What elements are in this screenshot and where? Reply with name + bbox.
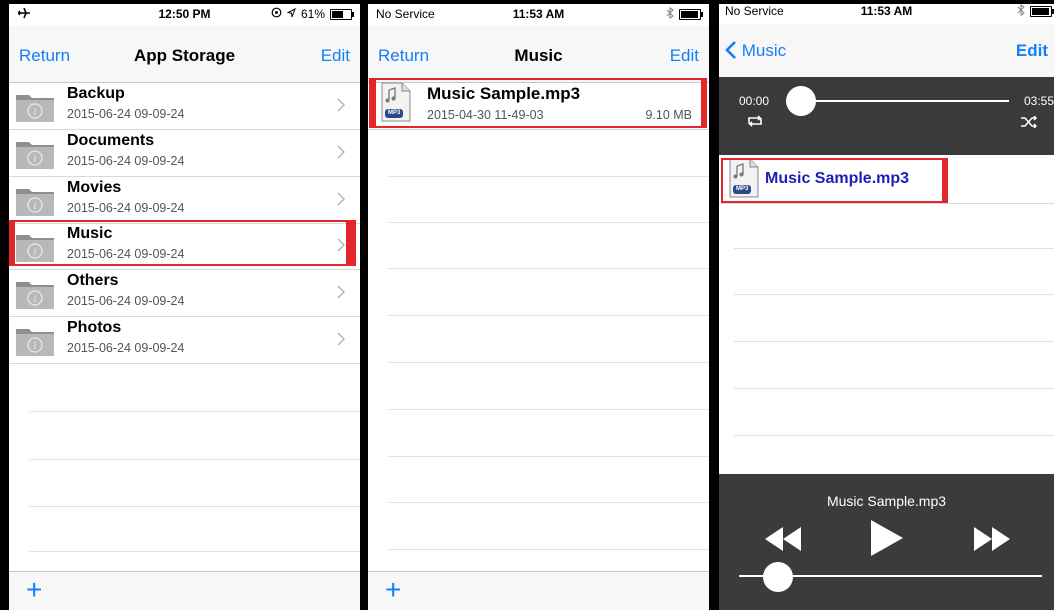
file-name: Music Sample.mp3 [765, 170, 910, 187]
back-chevron-icon [725, 41, 736, 59]
chevron-right-icon [337, 143, 346, 164]
svg-text:i: i [33, 107, 36, 118]
svg-text:i: i [33, 201, 36, 212]
chevron-right-icon [337, 330, 346, 351]
battery-icon [330, 8, 354, 20]
mp3-file-icon [727, 158, 761, 198]
nav-bar: Music Edit [719, 24, 1054, 78]
edit-button[interactable]: Edit [670, 46, 699, 66]
fast-forward-icon[interactable] [972, 526, 1012, 557]
repeat-icon[interactable] [746, 114, 764, 132]
folder-row-movies[interactable]: i Movies 2015-06-24 09-09-24 [9, 176, 360, 224]
file-row-music-sample[interactable]: MP3 Music Sample.mp3 2015-04-30 11-49-03… [368, 77, 709, 130]
svg-text:i: i [33, 247, 36, 258]
folder-date: 2015-06-24 09-09-24 [67, 247, 185, 262]
folder-row-music[interactable]: i Music 2015-06-24 09-09-24 [9, 222, 360, 271]
nav-bar: Return Music Edit [368, 26, 709, 83]
svg-text:i: i [33, 154, 36, 165]
file-date: 2015-04-30 11-49-03 [427, 108, 544, 122]
return-button[interactable]: Return [378, 46, 429, 66]
folder-date: 2015-06-24 09-09-24 [67, 153, 185, 168]
playback-controls: 00:00 03:55 [719, 77, 1054, 155]
back-button[interactable]: Music [725, 41, 786, 61]
app-storage-screen: 12:50 PM 61% Return App Storage Edit i Ba… [9, 4, 360, 610]
edit-button[interactable]: Edit [321, 46, 350, 66]
bottom-toolbar: + [368, 571, 709, 610]
svg-text:i: i [33, 294, 36, 305]
battery-icon [679, 9, 703, 20]
folder-date: 2015-06-24 09-09-24 [67, 200, 185, 215]
return-button[interactable]: Return [19, 46, 70, 66]
rewind-icon[interactable] [763, 526, 803, 557]
bluetooth-icon [666, 6, 674, 22]
volume-knob[interactable] [763, 562, 794, 592]
add-button[interactable]: + [26, 574, 42, 606]
chevron-right-icon [337, 283, 346, 304]
nav-bar: Return App Storage Edit [9, 26, 360, 83]
file-size: 9.10 MB [645, 108, 692, 122]
progress-track[interactable] [787, 100, 1009, 102]
folder-icon: i [14, 184, 56, 218]
folder-name: Photos [67, 319, 122, 336]
folder-name: Music [67, 225, 113, 243]
shuffle-icon[interactable] [1020, 115, 1038, 133]
bottom-toolbar: + [9, 571, 360, 610]
location-icon [286, 7, 296, 21]
folder-row-others[interactable]: i Others 2015-06-24 09-09-24 [9, 269, 360, 318]
status-bar: 12:50 PM 61% [9, 4, 360, 26]
folder-icon: i [14, 277, 56, 311]
status-bar: No Service 11:53 AM [719, 4, 1054, 24]
lock-rotation-icon [271, 7, 282, 21]
chevron-right-icon [337, 236, 346, 257]
folder-row-photos[interactable]: i Photos 2015-06-24 09-09-24 [9, 316, 360, 364]
battery-icon [1030, 6, 1054, 17]
folder-name: Others [67, 272, 119, 290]
status-time: 11:53 AM [860, 4, 913, 18]
bluetooth-icon [1017, 4, 1025, 19]
folder-row-documents[interactable]: i Documents 2015-06-24 09-09-24 [9, 129, 360, 177]
total-time: 03:55 [1023, 94, 1054, 108]
folder-date: 2015-06-24 09-09-24 [67, 107, 185, 121]
chevron-right-icon [337, 96, 346, 117]
music-folder-screen: No Service 11:53 AM Return Music Edit MP… [368, 4, 709, 610]
edit-button[interactable]: Edit [1016, 41, 1048, 61]
file-type-badge: MP3 [736, 186, 749, 192]
add-button[interactable]: + [385, 574, 401, 606]
folder-name: Backup [67, 85, 125, 102]
folder-icon: i [14, 230, 56, 264]
file-row-music-sample[interactable]: MP3 Music Sample.mp3 [719, 155, 1054, 204]
status-bar: No Service 11:53 AM [368, 4, 709, 26]
play-icon[interactable] [869, 518, 905, 563]
folder-date: 2015-06-24 09-09-24 [67, 294, 185, 309]
elapsed-time: 00:00 [739, 94, 770, 108]
folder-row-backup[interactable]: i Backup 2015-06-24 09-09-24 [9, 82, 360, 130]
folder-name: Movies [67, 178, 122, 196]
folder-icon: i [14, 324, 56, 358]
music-player-screen: No Service 11:53 AM Music Edit 00:00 03:… [719, 4, 1054, 610]
now-playing-panel: Music Sample.mp3 [719, 474, 1054, 610]
now-playing-title: Music Sample.mp3 [826, 493, 947, 509]
file-type-badge: MP3 [388, 110, 401, 116]
status-time: 11:53 AM [512, 7, 565, 21]
folder-date: 2015-06-24 09-09-24 [67, 341, 185, 355]
back-label: Music [741, 41, 787, 60]
folder-name: Documents [67, 131, 155, 149]
progress-knob[interactable] [786, 86, 816, 116]
folder-icon: i [14, 90, 56, 124]
battery-percent: 61% [300, 7, 325, 21]
file-name: Music Sample.mp3 [427, 84, 581, 103]
svg-text:i: i [33, 341, 36, 352]
folder-icon: i [14, 137, 56, 171]
chevron-right-icon [337, 190, 346, 211]
mp3-file-icon [379, 82, 413, 122]
